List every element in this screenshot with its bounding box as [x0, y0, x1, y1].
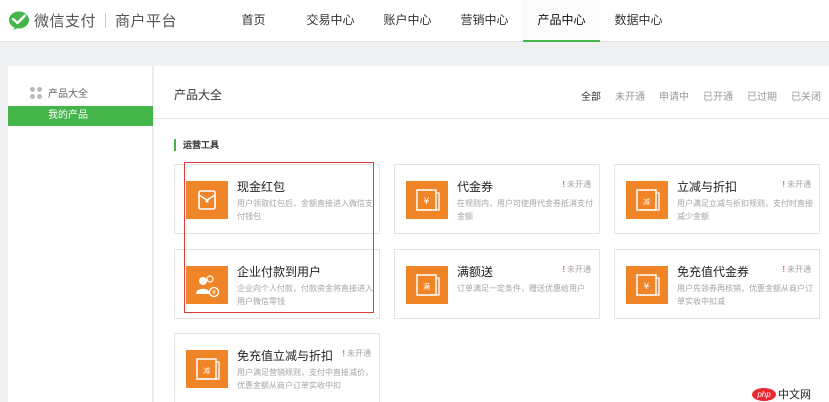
- product-desc: 在规则内，用户可使用代金券抵消支付金额: [457, 199, 593, 221]
- alert-icon: !: [562, 265, 565, 274]
- nav-account[interactable]: 账户中心: [369, 0, 446, 42]
- filter-not-enabled[interactable]: 未开通: [615, 88, 645, 103]
- product-card-cash-red-envelope[interactable]: 现金红包 用户领取红包后，金额直接进入微信支付钱包: [174, 164, 380, 234]
- filter-applying[interactable]: 申请中: [659, 88, 689, 103]
- svg-text:满: 满: [423, 282, 430, 291]
- brand-name: 微信支付: [34, 12, 97, 30]
- product-card-non-recharge-voucher[interactable]: ¥ 免充值代金券 ! 未开通 用户先领券再核销，优惠金额从商户订单实收中扣减: [614, 249, 820, 319]
- product-desc: 用户满足营销规则，支付中直接减价，优惠金额从商户订单实收中扣: [237, 368, 373, 390]
- nav-data[interactable]: 数据中心: [600, 0, 677, 42]
- status-badge: ! 未开通: [562, 180, 591, 189]
- product-desc: 用户领取红包后，金额直接进入微信支付钱包: [237, 199, 373, 221]
- alert-icon: !: [782, 180, 785, 189]
- header-divider: [154, 118, 829, 119]
- wechat-pay-logo-icon: [9, 11, 29, 30]
- product-name: 免充值立减与折扣: [237, 349, 334, 363]
- product-card-voucher[interactable]: ¥ 代金券 ! 未开通 在规则内，用户可使用代金券抵消支付金额: [394, 164, 600, 234]
- svg-text:减: 减: [643, 197, 650, 206]
- sidebar-item-my-products[interactable]: 我的产品: [8, 106, 153, 126]
- product-card-enterprise-payment[interactable]: ¥ 企业付款到用户 企业向个人付款，付款资金将直接进入用户微信零钱: [174, 249, 380, 319]
- filter-expired[interactable]: 已过期: [747, 88, 777, 103]
- product-name: 现金红包: [237, 180, 286, 194]
- svg-text:¥: ¥: [212, 290, 216, 297]
- status-badge: ! 未开通: [342, 349, 371, 358]
- product-card-full-amount-gift[interactable]: 满 满额送 ! 未开通 订单满足一定条件，赠送优惠给用户: [394, 249, 600, 319]
- product-name: 满额送: [457, 265, 494, 279]
- nav-products[interactable]: 产品中心: [523, 0, 600, 42]
- status-badge: ! 未开通: [562, 265, 591, 274]
- status-badge: ! 未开通: [782, 180, 811, 189]
- product-desc: 用户满足立减与折扣规则，支付时直接减少金额: [677, 199, 813, 221]
- section-title: 运营工具: [174, 139, 219, 151]
- voucher-icon: ¥: [406, 181, 448, 219]
- sidebar: 产品大全 我的产品: [8, 66, 153, 402]
- full-amount-gift-icon: 满: [406, 266, 448, 304]
- status-badge: ! 未开通: [782, 265, 811, 274]
- enterprise-pay-icon: ¥: [186, 266, 228, 304]
- alert-icon: !: [782, 265, 785, 274]
- discount-icon: 减: [626, 181, 668, 219]
- sidebar-header[interactable]: 产品大全: [30, 85, 88, 100]
- platform-name: 商户平台: [115, 12, 178, 30]
- sidebar-header-label: 产品大全: [48, 89, 88, 100]
- nav-marketing[interactable]: 营销中心: [446, 0, 523, 42]
- top-nav-bar: 微信支付 商户平台 首页 交易中心 账户中心 营销中心 产品中心 数据中心: [0, 0, 829, 42]
- watermark: php 中文网: [752, 386, 811, 402]
- product-name: 立减与折扣: [677, 180, 738, 194]
- svg-text:¥: ¥: [644, 282, 650, 292]
- main-nav: 首页 交易中心 账户中心 营销中心 产品中心 数据中心: [215, 0, 677, 42]
- product-card-non-recharge-discount[interactable]: 减 免充值立减与折扣 ! 未开通 用户满足营销规则，支付中直接减价，优惠金额从商户…: [174, 333, 380, 402]
- red-envelope-icon: [186, 181, 228, 219]
- watermark-text: 中文网: [778, 389, 811, 401]
- product-desc: 订单满足一定条件，赠送优惠给用户: [457, 284, 585, 293]
- filter-closed[interactable]: 已关闭: [791, 88, 821, 103]
- alert-icon: !: [342, 349, 345, 358]
- nav-home[interactable]: 首页: [215, 0, 292, 42]
- product-name: 免充值代金券: [677, 265, 750, 279]
- product-card-discount[interactable]: 减 立减与折扣 ! 未开通 用户满足立减与折扣规则，支付时直接减少金额: [614, 164, 820, 234]
- svg-text:减: 减: [203, 366, 210, 375]
- nav-transactions[interactable]: 交易中心: [292, 0, 369, 42]
- product-name: 代金券: [457, 180, 494, 194]
- product-desc: 企业向个人付款，付款资金将直接进入用户微信零钱: [237, 284, 373, 306]
- discount-icon: 减: [186, 350, 228, 388]
- status-filters: 全部 未开通 申请中 已开通 已过期 已关闭: [567, 88, 821, 103]
- voucher-icon: ¥: [626, 266, 668, 304]
- page-title: 产品大全: [174, 88, 223, 102]
- svg-text:¥: ¥: [424, 197, 430, 207]
- php-logo: php: [752, 387, 776, 401]
- product-name: 企业付款到用户: [237, 265, 322, 279]
- filter-all[interactable]: 全部: [581, 88, 601, 103]
- product-desc: 用户先领券再核销，优惠金额从商户订单实收中扣减: [677, 284, 813, 306]
- brand-separator: [105, 12, 107, 28]
- brand[interactable]: 微信支付 商户平台: [8, 9, 177, 31]
- grid-dots-icon: [30, 86, 42, 99]
- alert-icon: !: [562, 180, 565, 189]
- filter-enabled[interactable]: 已开通: [703, 88, 733, 103]
